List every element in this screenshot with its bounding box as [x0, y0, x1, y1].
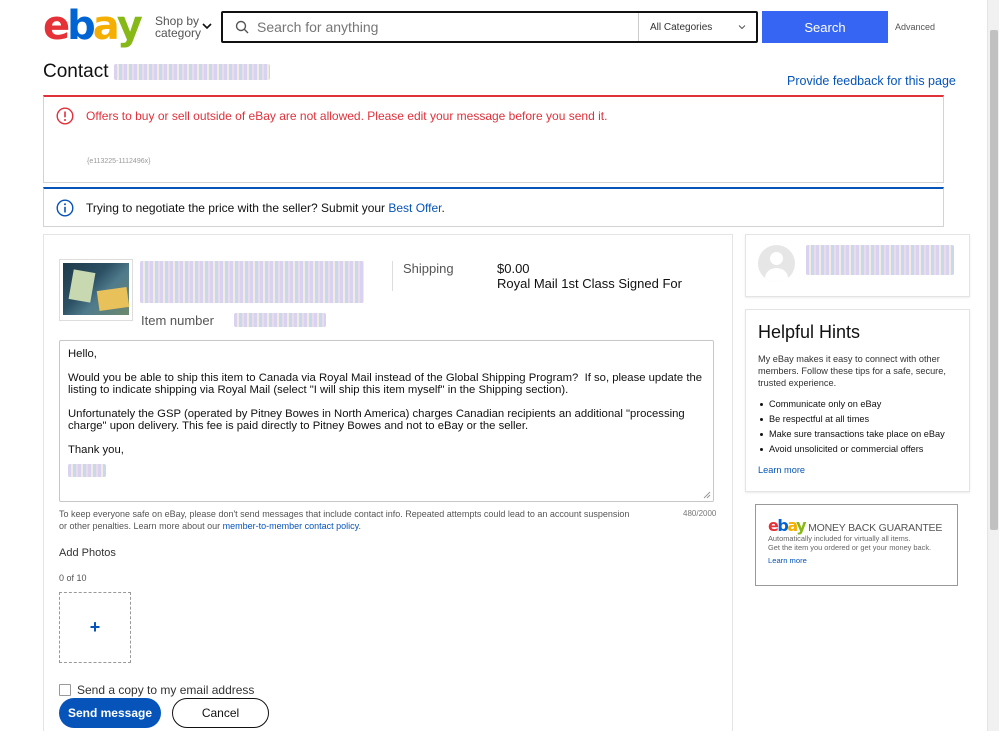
logo-letter: a [92, 3, 120, 49]
money-back-guarantee: ebay MONEY BACK GUARANTEE Automatically … [755, 504, 958, 586]
seller-card [745, 234, 970, 297]
item-number-label: Item number [141, 313, 214, 328]
character-count: 480/2000 [683, 509, 717, 518]
resize-handle-icon[interactable] [703, 491, 711, 499]
item-image [63, 263, 129, 315]
add-photos-label: Add Photos [59, 547, 116, 559]
info-icon [56, 199, 74, 217]
search-input[interactable] [257, 19, 627, 35]
page-title: Contact [43, 61, 271, 83]
send-copy-checkbox[interactable] [59, 684, 71, 696]
redacted-seller-name [114, 64, 271, 80]
error-alert: Offers to buy or sell outside of eBay ar… [43, 95, 944, 183]
logo-letter: e [43, 3, 70, 49]
hints-intro: My eBay makes it easy to connect with ot… [758, 354, 946, 388]
search-button[interactable]: Search [762, 11, 888, 43]
logo-letter: b [777, 516, 788, 535]
logo-letter: e [768, 516, 779, 535]
category-selected-value: All Categories [650, 21, 713, 33]
search-icon [235, 20, 249, 34]
best-offer-link[interactable]: Best Offer [388, 201, 441, 215]
send-copy-option[interactable]: Send a copy to my email address [59, 683, 254, 697]
redacted-seller-info [806, 245, 954, 275]
scrollbar-thumb[interactable] [990, 30, 998, 530]
page-scrollbar[interactable] [987, 0, 999, 731]
shipping-price: $0.00 [497, 261, 530, 276]
chevron-down-icon[interactable] [201, 20, 213, 32]
redacted-item-number [234, 313, 326, 327]
ebay-logo[interactable]: ebay [43, 3, 143, 49]
info-suffix: . [441, 201, 445, 215]
guarantee-line: Automatically included for virtually all… [768, 534, 911, 543]
hints-list: Communicate only on eBay Be respectful a… [758, 397, 957, 457]
info-alert: Trying to negotiate the price with the s… [43, 187, 944, 227]
guarantee-title: MONEY BACK GUARANTEE [808, 522, 943, 534]
send-copy-label: Send a copy to my email address [77, 683, 255, 697]
search-bar: All Categories [221, 11, 758, 43]
message-paragraph: Would you be able to ship this item to C… [68, 372, 706, 396]
divider [392, 261, 393, 291]
photo-count: 0 of 10 [59, 573, 87, 583]
shipping-method: Royal Mail 1st Class Signed For [497, 276, 682, 291]
shipping-label: Shipping [403, 261, 454, 276]
advanced-search-link[interactable]: Advanced [895, 22, 935, 32]
avatar [758, 245, 795, 282]
guarantee-line: Get the item you ordered or get your mon… [768, 543, 932, 552]
hint-item: Communicate only on eBay [758, 397, 957, 412]
hints-title: Helpful Hints [758, 322, 861, 342]
logo-letter: y [116, 3, 143, 49]
redacted-item-title [140, 261, 364, 303]
hints-learn-more-link[interactable]: Learn more [758, 465, 957, 475]
message-paragraph: Unfortunately the GSP (operated by Pitne… [68, 408, 688, 432]
hint-item: Avoid unsolicited or commercial offers [758, 442, 957, 457]
message-closing: Thank you, [68, 444, 124, 456]
hint-item: Be respectful at all times [758, 412, 957, 427]
category-select[interactable]: All Categories [638, 13, 756, 41]
info-text: Trying to negotiate the price with the s… [86, 201, 389, 215]
message-textarea[interactable]: Hello, Would you be able to ship this it… [59, 340, 714, 502]
feedback-link[interactable]: Provide feedback for this page [787, 74, 956, 88]
error-code: {e113225-1112496x} [87, 158, 151, 165]
chevron-down-icon [738, 25, 746, 30]
info-message: Trying to negotiate the price with the s… [86, 201, 445, 215]
send-message-button[interactable]: Send message [59, 698, 161, 728]
logo-letter: y [796, 516, 806, 535]
message-panel: Item number Shipping $0.00 Royal Mail 1s… [43, 234, 733, 731]
guarantee-learn-more-link[interactable]: Learn more [768, 556, 945, 565]
message-greeting: Hello, [68, 348, 97, 360]
alert-error-icon [56, 107, 74, 125]
page-title-text: Contact [43, 61, 109, 82]
contact-policy-notice: To keep everyone safe on eBay, please do… [59, 508, 639, 532]
helpful-hints: Helpful Hints My eBay makes it easy to c… [745, 309, 970, 492]
item-thumbnail[interactable] [59, 259, 133, 321]
shop-by-line2: category [155, 26, 202, 40]
logo-letter: b [67, 3, 96, 49]
shop-by-category-button[interactable]: Shop by category [155, 15, 201, 39]
notice-end: . [358, 521, 361, 531]
add-photo-button[interactable]: + [59, 592, 131, 663]
redacted-signature [68, 464, 106, 477]
cancel-button[interactable]: Cancel [172, 698, 269, 728]
contact-policy-link[interactable]: member-to-member contact policy [223, 521, 359, 531]
error-message: Offers to buy or sell outside of eBay ar… [86, 109, 608, 123]
logo-letter: a [787, 516, 797, 535]
plus-icon: + [89, 617, 101, 637]
hint-item: Make sure transactions take place on eBa… [758, 427, 957, 442]
ebay-logo: ebay [768, 516, 807, 535]
